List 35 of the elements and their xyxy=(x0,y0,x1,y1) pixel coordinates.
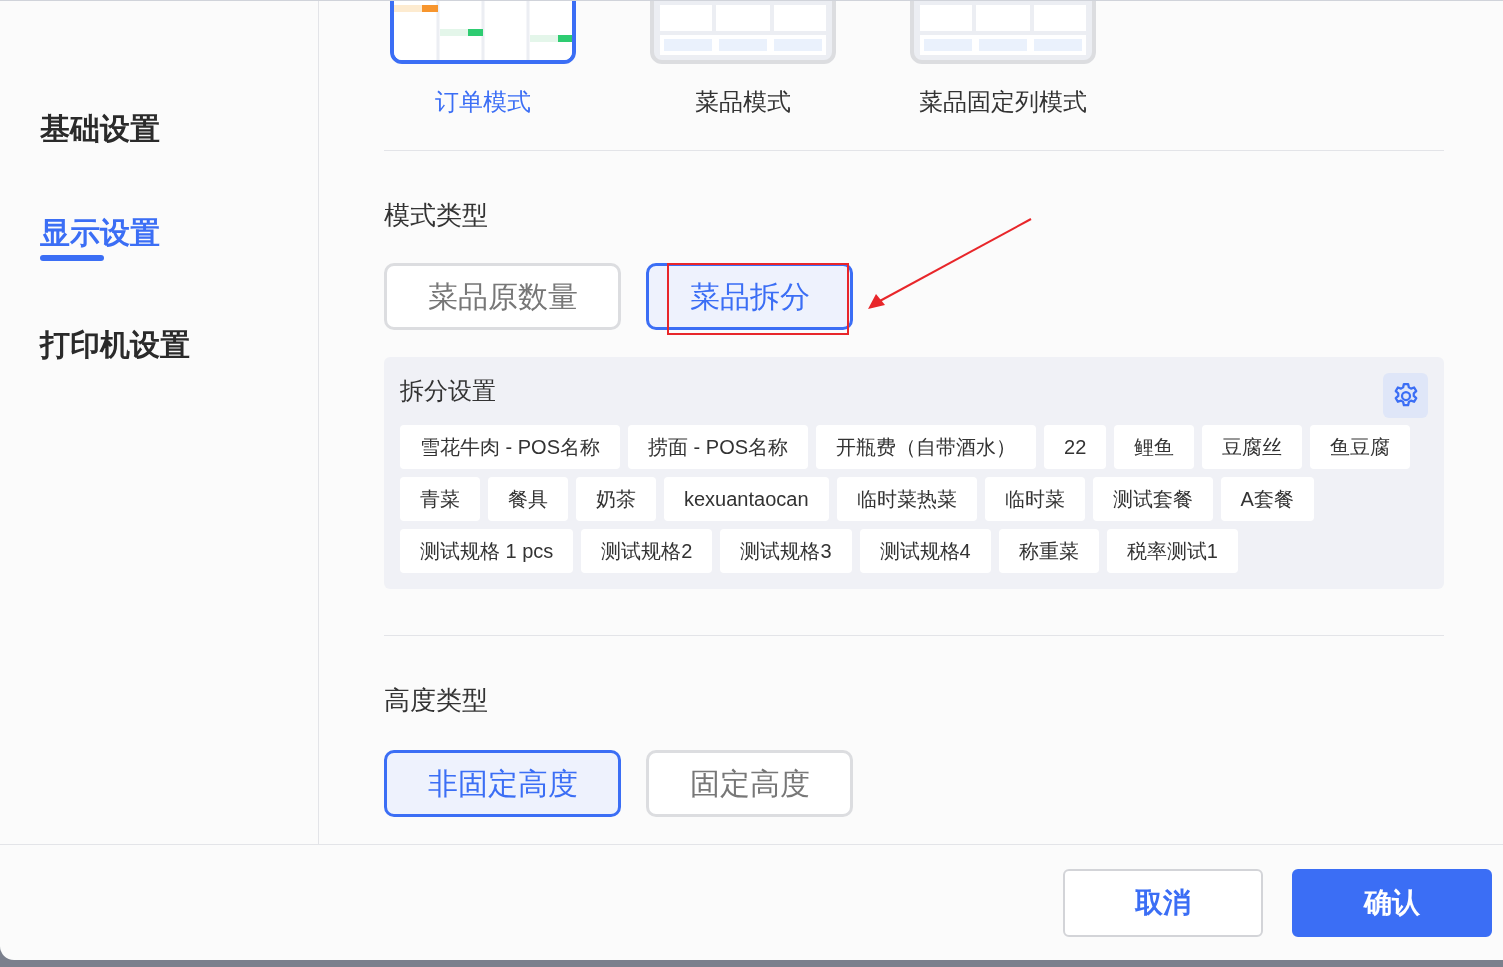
dish-tag: 临时菜热菜 xyxy=(836,477,977,521)
dish-tag: 奶茶 xyxy=(576,477,656,521)
dish-tag: 鱼豆腐 xyxy=(1310,425,1411,469)
dish-tag: 测试套餐 xyxy=(1092,477,1213,521)
mode-label[interactable]: 订单模式 xyxy=(435,86,531,118)
option-button[interactable]: 非固定高度 xyxy=(384,750,621,817)
panel-title: 拆分设置 xyxy=(400,376,496,406)
option-button[interactable]: 固定高度 xyxy=(646,750,853,817)
dish-tag: 雪花牛肉 - POS名称 xyxy=(400,425,620,469)
mode-label[interactable]: 菜品模式 xyxy=(695,86,791,118)
dish-tag: 临时菜 xyxy=(984,477,1085,521)
dish-tag: 捞面 - POS名称 xyxy=(628,425,809,469)
dish-tag: kexuantaocan xyxy=(664,477,829,521)
dish-tag: 豆腐丝 xyxy=(1202,425,1303,469)
sidebar-item[interactable]: 显示设置 xyxy=(40,213,160,253)
dish-tag: 测试规格4 xyxy=(859,529,991,573)
section-title: 模式类型 xyxy=(384,199,489,232)
dish-tag: 测试规格2 xyxy=(581,529,713,573)
dish-tag: 22 xyxy=(1044,425,1107,469)
dish-tag: 测试规格3 xyxy=(720,529,852,573)
dish-tag: 测试规格 1 pcs xyxy=(400,529,574,573)
dish-tag: 青菜 xyxy=(400,477,480,521)
option-button[interactable]: 菜品原数量 xyxy=(384,263,621,330)
cancel-button[interactable]: 取消 xyxy=(1063,868,1263,937)
dish-tag: A套餐 xyxy=(1220,477,1314,521)
dish-tag: 税率测试1 xyxy=(1106,529,1238,573)
dish-tag: 餐具 xyxy=(488,477,568,521)
dish-tag: 鲤鱼 xyxy=(1114,425,1195,469)
sidebar-item[interactable]: 基础设置 xyxy=(40,109,160,149)
confirm-button[interactable]: 确认 xyxy=(1292,868,1492,937)
dish-tag: 开瓶费（自带酒水） xyxy=(816,425,1037,469)
section-title: 高度类型 xyxy=(384,684,489,717)
sidebar-item[interactable]: 打印机设置 xyxy=(40,325,190,365)
dish-tag: 称重菜 xyxy=(998,529,1099,573)
mode-label[interactable]: 菜品固定列模式 xyxy=(919,86,1087,118)
